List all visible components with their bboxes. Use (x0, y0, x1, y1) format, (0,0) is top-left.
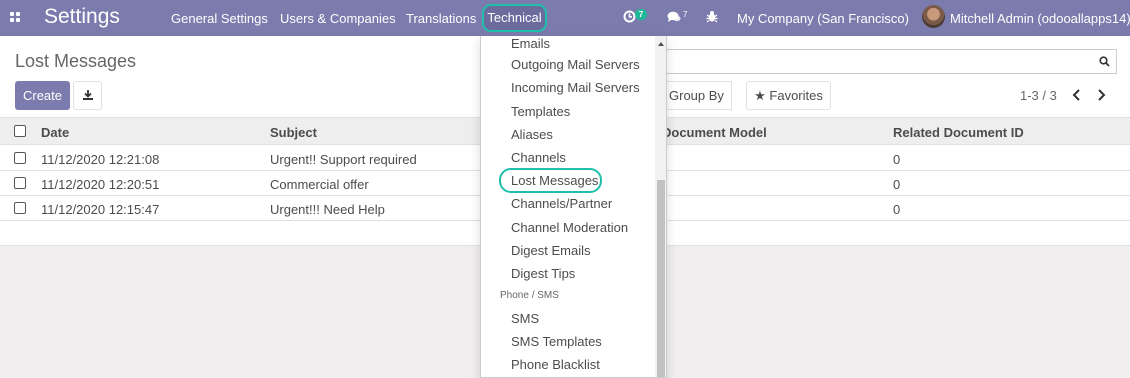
cell-date: 11/12/2020 12:21:08 (41, 152, 160, 167)
row-checkbox[interactable] (14, 152, 26, 164)
row-checkbox[interactable] (14, 177, 26, 189)
create-button[interactable]: Create (15, 81, 70, 110)
cell-subject: Urgent!!! Need Help (270, 202, 385, 217)
menu-section-phone-sms: Phone / SMS (500, 290, 559, 301)
row-checkbox[interactable] (14, 202, 26, 214)
star-icon: ★ (754, 88, 766, 103)
cell-subject: Urgent!! Support required (270, 152, 417, 167)
menu-item-outgoing-mail-servers[interactable]: Outgoing Mail Servers (511, 57, 640, 72)
avatar[interactable] (922, 5, 945, 28)
menu-item-channel-moderation[interactable]: Channel Moderation (511, 220, 628, 235)
apps-menu-icon[interactable] (10, 12, 21, 23)
scrollbar-thumb[interactable] (657, 180, 665, 377)
favorites-button[interactable]: ★ Favorites (746, 81, 831, 110)
favorites-label: Favorites (769, 88, 823, 103)
menu-item-emails[interactable]: Emails (511, 36, 550, 51)
download-icon (82, 89, 94, 104)
cell-related-id: 0 (893, 152, 901, 167)
messages-count: 7 (683, 10, 688, 19)
messages-icon[interactable] (667, 11, 681, 26)
bug-icon[interactable] (706, 10, 718, 26)
menu-item-sms[interactable]: SMS (511, 311, 539, 326)
activity-icon[interactable] (623, 10, 636, 26)
scroll-up-icon[interactable] (658, 42, 664, 46)
company-switcher[interactable]: My Company (San Francisco) (737, 11, 909, 26)
menu-item-digest-tips[interactable]: Digest Tips (511, 266, 575, 281)
pager-value[interactable]: 1-3 / 3 (1020, 88, 1057, 103)
menu-item-sms-templates[interactable]: SMS Templates (511, 334, 602, 349)
search-input[interactable] (660, 49, 1117, 74)
menu-item-channels-partner[interactable]: Channels/Partner (511, 196, 612, 211)
cell-related-id: 0 (893, 177, 901, 192)
menu-item-channels[interactable]: Channels (511, 150, 566, 165)
menu-item-templates[interactable]: Templates (511, 104, 570, 119)
search-icon[interactable] (1099, 55, 1110, 67)
breadcrumb: Lost Messages (15, 51, 137, 71)
app-title[interactable]: Settings (44, 5, 120, 29)
menu-item-incoming-mail-servers[interactable]: Incoming Mail Servers (511, 80, 640, 95)
cell-date: 11/12/2020 12:15:47 (41, 202, 160, 217)
group-by-label: Group By (669, 88, 724, 103)
column-subject[interactable]: Subject (270, 125, 317, 140)
pager-previous-icon[interactable] (1070, 86, 1088, 104)
user-menu[interactable]: Mitchell Admin (odooallapps14) (950, 11, 1130, 26)
select-all-checkbox[interactable] (14, 125, 26, 137)
menu-general-settings[interactable]: General Settings (171, 11, 268, 26)
cell-subject: Commercial offer (270, 177, 369, 192)
menu-item-digest-emails[interactable]: Digest Emails (511, 243, 590, 258)
column-document-model[interactable]: Document Model (662, 125, 767, 140)
column-related-document-id[interactable]: Related Document ID (893, 125, 1024, 140)
menu-users-companies[interactable]: Users & Companies (280, 11, 396, 26)
menu-technical[interactable]: Technical (482, 4, 547, 32)
pager-next-icon[interactable] (1094, 86, 1112, 104)
menu-translations[interactable]: Translations (406, 11, 476, 26)
cell-related-id: 0 (893, 202, 901, 217)
menu-item-phone-blacklist[interactable]: Phone Blacklist (511, 357, 600, 372)
top-navbar: Settings General Settings Users & Compan… (0, 0, 1130, 36)
menu-item-aliases[interactable]: Aliases (511, 127, 553, 142)
cell-date: 11/12/2020 12:20:51 (41, 177, 160, 192)
export-button[interactable] (73, 81, 102, 110)
column-date[interactable]: Date (41, 125, 69, 140)
menu-item-lost-messages[interactable]: Lost Messages (511, 173, 598, 188)
activity-count-badge: 7 (635, 9, 647, 20)
dropdown-scrollbar[interactable] (655, 36, 666, 377)
technical-dropdown-menu: Emails Outgoing Mail Servers Incoming Ma… (480, 36, 667, 378)
